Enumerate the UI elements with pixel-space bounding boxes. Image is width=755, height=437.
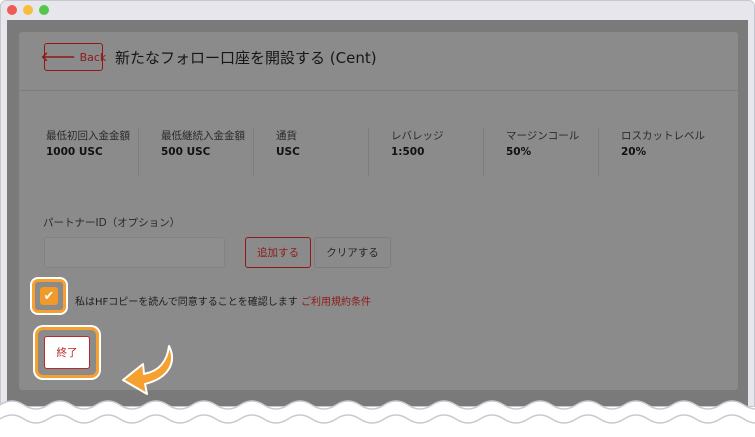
close-window-button[interactable]	[7, 5, 17, 15]
info-margin-call: マージンコール 50%	[506, 128, 599, 176]
checkmark-icon: ✔	[43, 288, 55, 304]
back-button-label: Back	[79, 50, 107, 64]
open-account-card: 🡐 Back 新たなフォロー口座を開設する (Cent) 最低初回入金金額 10…	[19, 32, 738, 395]
agreement-checkbox[interactable]: ✔	[40, 287, 58, 305]
add-partner-button[interactable]: 追加する	[245, 237, 311, 268]
window-titlebar	[1, 1, 754, 19]
agreement-statement: 私はHFコピーを読んで同意することを確認します	[75, 297, 298, 308]
info-value: 500 USC	[161, 146, 211, 158]
info-label: マージンコール	[506, 130, 580, 142]
info-value: 50%	[506, 146, 532, 158]
terms-link[interactable]: ご利用規約条件	[301, 297, 371, 308]
pointer-arrow-icon	[122, 345, 173, 395]
agreement-text: 私はHFコピーを読んで同意することを確認します ご利用規約条件	[75, 293, 371, 308]
info-currency: 通貨 USC	[276, 128, 369, 176]
page-overlay: 🡐 Back 新たなフォロー口座を開設する (Cent) 最低初回入金金額 10…	[7, 20, 748, 406]
info-min-first-deposit: 最低初回入金金額 1000 USC	[46, 128, 139, 176]
info-label: ロスカットレベル	[621, 130, 705, 142]
card-header: 🡐 Back 新たなフォロー口座を開設する (Cent)	[19, 32, 738, 91]
finish-button-highlight: 終了	[35, 327, 99, 378]
agreement-checkbox-highlight: ✔	[32, 279, 66, 313]
info-label: レバレッジ	[391, 130, 444, 142]
partner-id-label: パートナーID（オプション）	[43, 217, 181, 229]
info-label: 通貨	[276, 130, 297, 142]
info-value: 1:500	[391, 146, 425, 158]
finish-button[interactable]: 終了	[44, 336, 90, 369]
info-value: 1000 USC	[46, 146, 103, 158]
page-title: 新たなフォロー口座を開設する (Cent)	[115, 49, 377, 67]
partner-id-input[interactable]	[44, 237, 225, 268]
info-label: 最低初回入金金額	[46, 130, 130, 142]
minimize-window-button[interactable]	[23, 5, 33, 15]
account-info-row: 最低初回入金金額 1000 USC 最低継続入金金額 500 USC 通貨 US…	[46, 128, 736, 192]
torn-edge-decoration	[0, 400, 755, 437]
info-label: 最低継続入金金額	[161, 130, 245, 142]
clear-partner-button[interactable]: クリアする	[314, 237, 391, 268]
info-leverage: レバレッジ 1:500	[391, 128, 484, 176]
info-value: USC	[276, 146, 300, 158]
info-min-continued-deposit: 最低継続入金金額 500 USC	[161, 128, 254, 176]
back-arrow-icon: 🡐	[40, 49, 76, 65]
maximize-window-button[interactable]	[39, 5, 49, 15]
browser-window: 🡐 Back 新たなフォロー口座を開設する (Cent) 最低初回入金金額 10…	[0, 0, 755, 407]
back-button[interactable]: 🡐 Back	[40, 43, 106, 71]
info-stop-out-level: ロスカットレベル 20%	[621, 128, 713, 160]
info-value: 20%	[621, 146, 647, 158]
